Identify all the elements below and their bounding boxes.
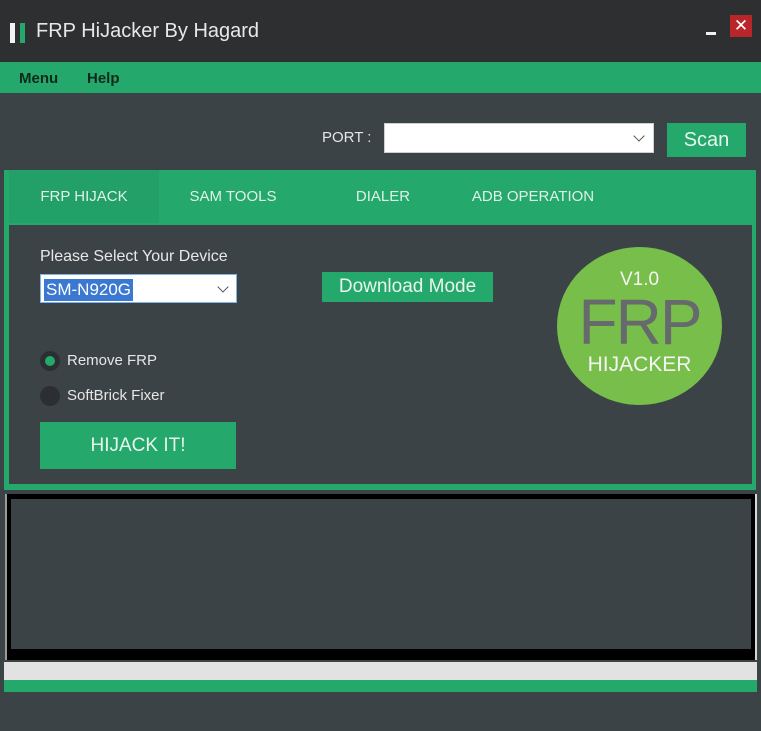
download-mode-button[interactable]: Download Mode bbox=[322, 272, 493, 302]
title-bar: FRP HiJacker By Hagard ✕ bbox=[0, 0, 761, 62]
minimize-icon bbox=[706, 32, 716, 35]
progress-bar bbox=[4, 662, 757, 680]
frp-hijacker-logo: V1.0 FRP HIJACKER bbox=[557, 247, 722, 405]
menu-bar: Menu Help bbox=[0, 62, 761, 93]
logo-main-text: FRP bbox=[578, 286, 703, 358]
app-icon-bar-green bbox=[20, 23, 25, 43]
status-bar bbox=[4, 680, 757, 692]
radio-selected-dot bbox=[45, 356, 55, 366]
tab-sam-tools[interactable]: SAM TOOLS bbox=[159, 170, 307, 223]
app-icon-bar-white bbox=[10, 23, 15, 43]
device-select-value: SM-N920G bbox=[44, 279, 134, 301]
log-output[interactable] bbox=[5, 494, 757, 660]
tab-adb-operation[interactable]: ADB OPERATION bbox=[459, 170, 607, 223]
port-label: PORT : bbox=[322, 129, 372, 146]
tab-container: FRP HIJACK SAM TOOLS DIALER ADB OPERATIO… bbox=[4, 170, 756, 490]
chevron-down-icon bbox=[217, 281, 229, 293]
device-select[interactable]: SM-N920G bbox=[40, 274, 237, 303]
scan-button[interactable]: Scan bbox=[667, 123, 746, 157]
radio-label: SoftBrick Fixer bbox=[67, 387, 165, 404]
radio-circle bbox=[40, 351, 60, 371]
app-icon bbox=[10, 23, 26, 43]
device-label: Please Select Your Device bbox=[40, 248, 228, 265]
logo-sub-text: HIJACKER bbox=[587, 353, 692, 376]
hijack-button[interactable]: HIJACK IT! bbox=[40, 422, 236, 469]
close-icon: ✕ bbox=[733, 16, 749, 35]
tab-dialer[interactable]: DIALER bbox=[307, 170, 459, 223]
port-select[interactable] bbox=[384, 123, 654, 153]
window-title: FRP HiJacker By Hagard bbox=[36, 20, 260, 42]
chevron-down-icon bbox=[633, 130, 645, 142]
radio-label: Remove FRP bbox=[67, 352, 158, 369]
minimize-button[interactable] bbox=[700, 20, 722, 42]
menu-item-help[interactable]: Help bbox=[87, 70, 120, 87]
close-button[interactable]: ✕ bbox=[730, 15, 752, 37]
frp-hijack-panel: Please Select Your Device SM-N920G Downl… bbox=[9, 225, 752, 484]
log-output-text bbox=[11, 499, 751, 649]
tab-frp-hijack[interactable]: FRP HIJACK bbox=[9, 170, 159, 223]
radio-circle bbox=[40, 386, 60, 406]
menu-item-menu[interactable]: Menu bbox=[19, 70, 58, 87]
